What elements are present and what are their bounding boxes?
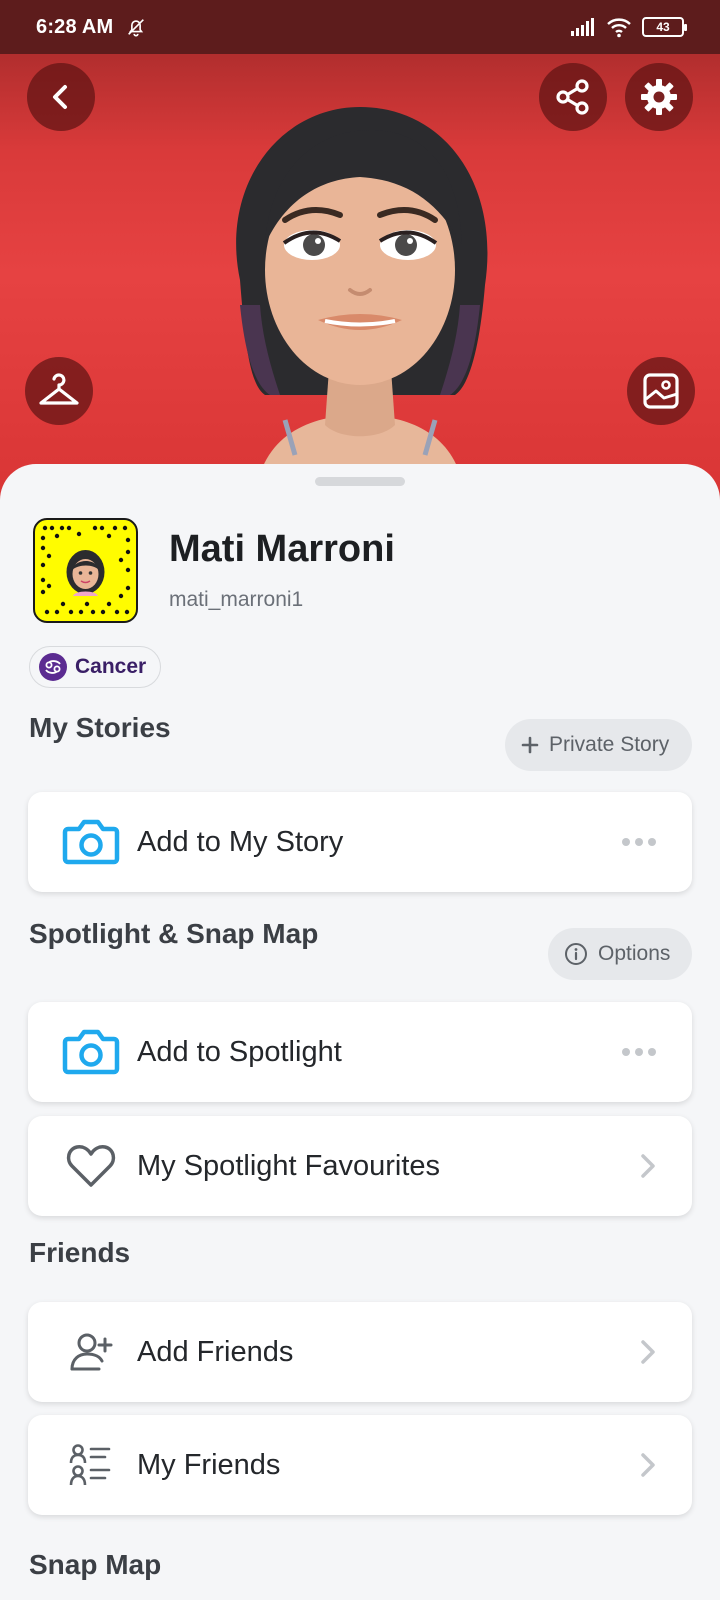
- friends-heading: Friends: [29, 1237, 131, 1268]
- sheet-grabber[interactable]: [315, 477, 405, 486]
- status-bar: 6:28 AM 43: [0, 0, 720, 54]
- battery-indicator: 43: [642, 17, 687, 37]
- chevron-right-icon: [640, 1339, 656, 1365]
- status-time: 6:28 AM: [36, 15, 114, 38]
- gear-icon: [641, 79, 677, 115]
- cancer-zodiac-icon: [39, 653, 67, 681]
- zodiac-badge[interactable]: Cancer: [29, 646, 162, 688]
- selfie-button[interactable]: [627, 357, 695, 425]
- display-name: Mati Marroni: [169, 528, 395, 570]
- add-friends-label: Add Friends: [137, 1335, 294, 1368]
- private-story-label: Private Story: [549, 733, 670, 756]
- settings-button[interactable]: [625, 63, 693, 131]
- my-friends-card[interactable]: My Friends: [28, 1415, 692, 1515]
- add-to-spotlight-label: Add to Spotlight: [137, 1035, 342, 1068]
- photo-icon: [643, 373, 679, 409]
- info-icon: [565, 943, 587, 965]
- more-icon[interactable]: [622, 1048, 656, 1056]
- chevron-right-icon: [640, 1153, 656, 1179]
- snapcode[interactable]: [33, 518, 138, 623]
- plus-icon: [521, 736, 539, 754]
- private-story-button[interactable]: Private Story: [505, 719, 692, 771]
- zodiac-label: Cancer: [75, 655, 147, 678]
- options-label: Options: [598, 942, 671, 965]
- my-friends-label: My Friends: [137, 1448, 281, 1481]
- spotlight-favourites-card[interactable]: My Spotlight Favourites: [28, 1116, 692, 1216]
- heart-icon: [61, 1136, 121, 1196]
- chevron-right-icon: [640, 1452, 656, 1478]
- spotlight-heading: Spotlight & Snap Map: [29, 918, 319, 949]
- username: mati_marroni1: [169, 588, 304, 611]
- share-button[interactable]: [539, 63, 607, 131]
- add-to-my-story-label: Add to My Story: [137, 825, 344, 858]
- back-button[interactable]: [27, 63, 95, 131]
- profile-sheet: Mati Marroni mati_marroni1 Cancer My Sto…: [0, 464, 720, 1600]
- signal-icon: [571, 18, 594, 36]
- battery-level: 43: [656, 20, 670, 34]
- hanger-icon: [39, 373, 79, 405]
- add-friend-icon: [61, 1322, 121, 1382]
- profile-hero: 6:28 AM 43: [0, 0, 720, 500]
- add-friends-card[interactable]: Add Friends: [28, 1302, 692, 1402]
- snapcode-image: [40, 525, 131, 615]
- camera-icon: [61, 812, 121, 872]
- outfit-button[interactable]: [25, 357, 93, 425]
- options-button[interactable]: Options: [548, 928, 692, 980]
- my-stories-heading: My Stories: [29, 712, 171, 743]
- add-to-my-story-card[interactable]: Add to My Story: [28, 792, 692, 892]
- camera-icon: [61, 1022, 121, 1082]
- friends-list-icon: [61, 1435, 121, 1495]
- share-icon: [556, 79, 589, 115]
- back-icon: [53, 85, 67, 109]
- spotlight-favourites-label: My Spotlight Favourites: [137, 1149, 441, 1182]
- snap-map-heading: Snap Map: [29, 1549, 162, 1580]
- wifi-icon: [607, 18, 631, 38]
- more-icon[interactable]: [622, 838, 656, 846]
- add-to-spotlight-card[interactable]: Add to Spotlight: [28, 1002, 692, 1102]
- muted-bell-icon: [128, 19, 145, 37]
- bitmoji-avatar[interactable]: [200, 95, 520, 500]
